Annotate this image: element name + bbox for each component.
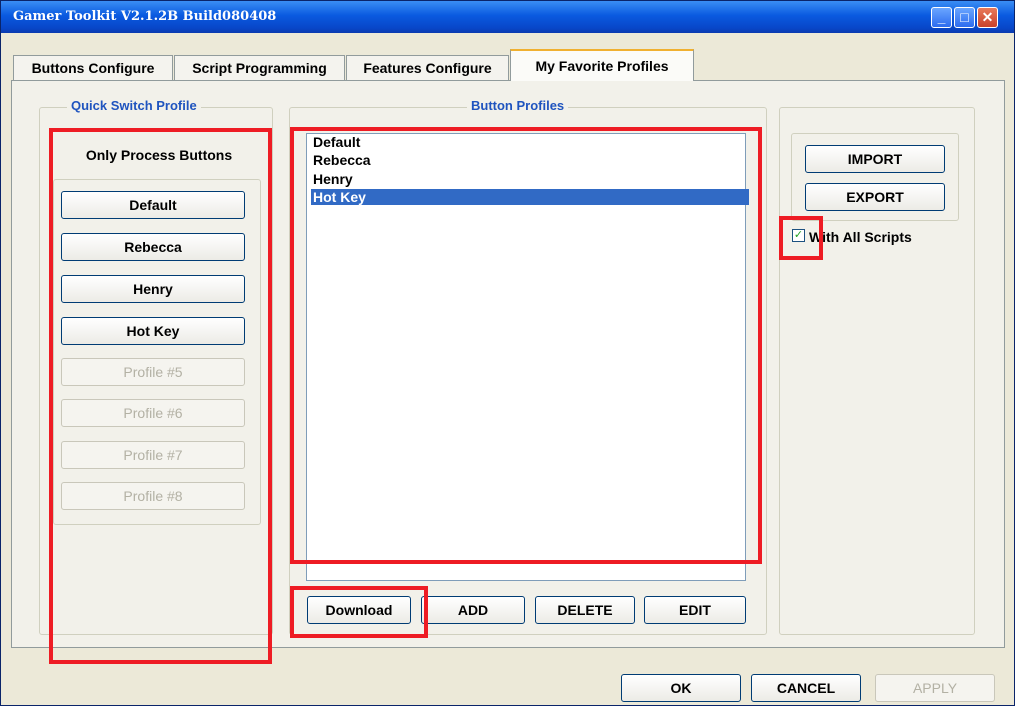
maximize-icon[interactable]: □ <box>954 7 975 28</box>
highlight-download <box>290 586 428 638</box>
tab-script-programming[interactable]: Script Programming <box>174 55 345 80</box>
import-button[interactable]: IMPORT <box>805 145 945 173</box>
highlight-with-all-scripts <box>779 216 823 260</box>
quick-switch-legend: Quick Switch Profile <box>67 98 201 113</box>
cancel-button[interactable]: CANCEL <box>751 674 861 702</box>
close-icon[interactable]: ✕ <box>977 7 998 28</box>
tab-my-favorite-profiles[interactable]: My Favorite Profiles <box>510 49 694 81</box>
minimize-icon[interactable]: _ <box>931 7 952 28</box>
ok-button[interactable]: OK <box>621 674 741 702</box>
button-profiles-legend: Button Profiles <box>467 98 569 113</box>
add-button[interactable]: ADD <box>421 596 525 624</box>
highlight-button-profiles <box>290 127 762 564</box>
with-all-scripts-label: With All Scripts <box>809 229 912 245</box>
apply-button[interactable]: APPLY <box>875 674 995 702</box>
tab-buttons-configure[interactable]: Buttons Configure <box>13 55 173 80</box>
window-title: Gamer Toolkit V2.1.2B Build080408 <box>13 9 277 24</box>
tab-features-configure[interactable]: Features Configure <box>346 55 509 80</box>
delete-button[interactable]: DELETE <box>535 596 635 624</box>
highlight-quick-switch <box>49 128 272 664</box>
edit-button[interactable]: EDIT <box>644 596 746 624</box>
export-button[interactable]: EXPORT <box>805 183 945 211</box>
title-bar[interactable]: Gamer Toolkit V2.1.2B Build080408 _ □ ✕ <box>1 1 1014 33</box>
